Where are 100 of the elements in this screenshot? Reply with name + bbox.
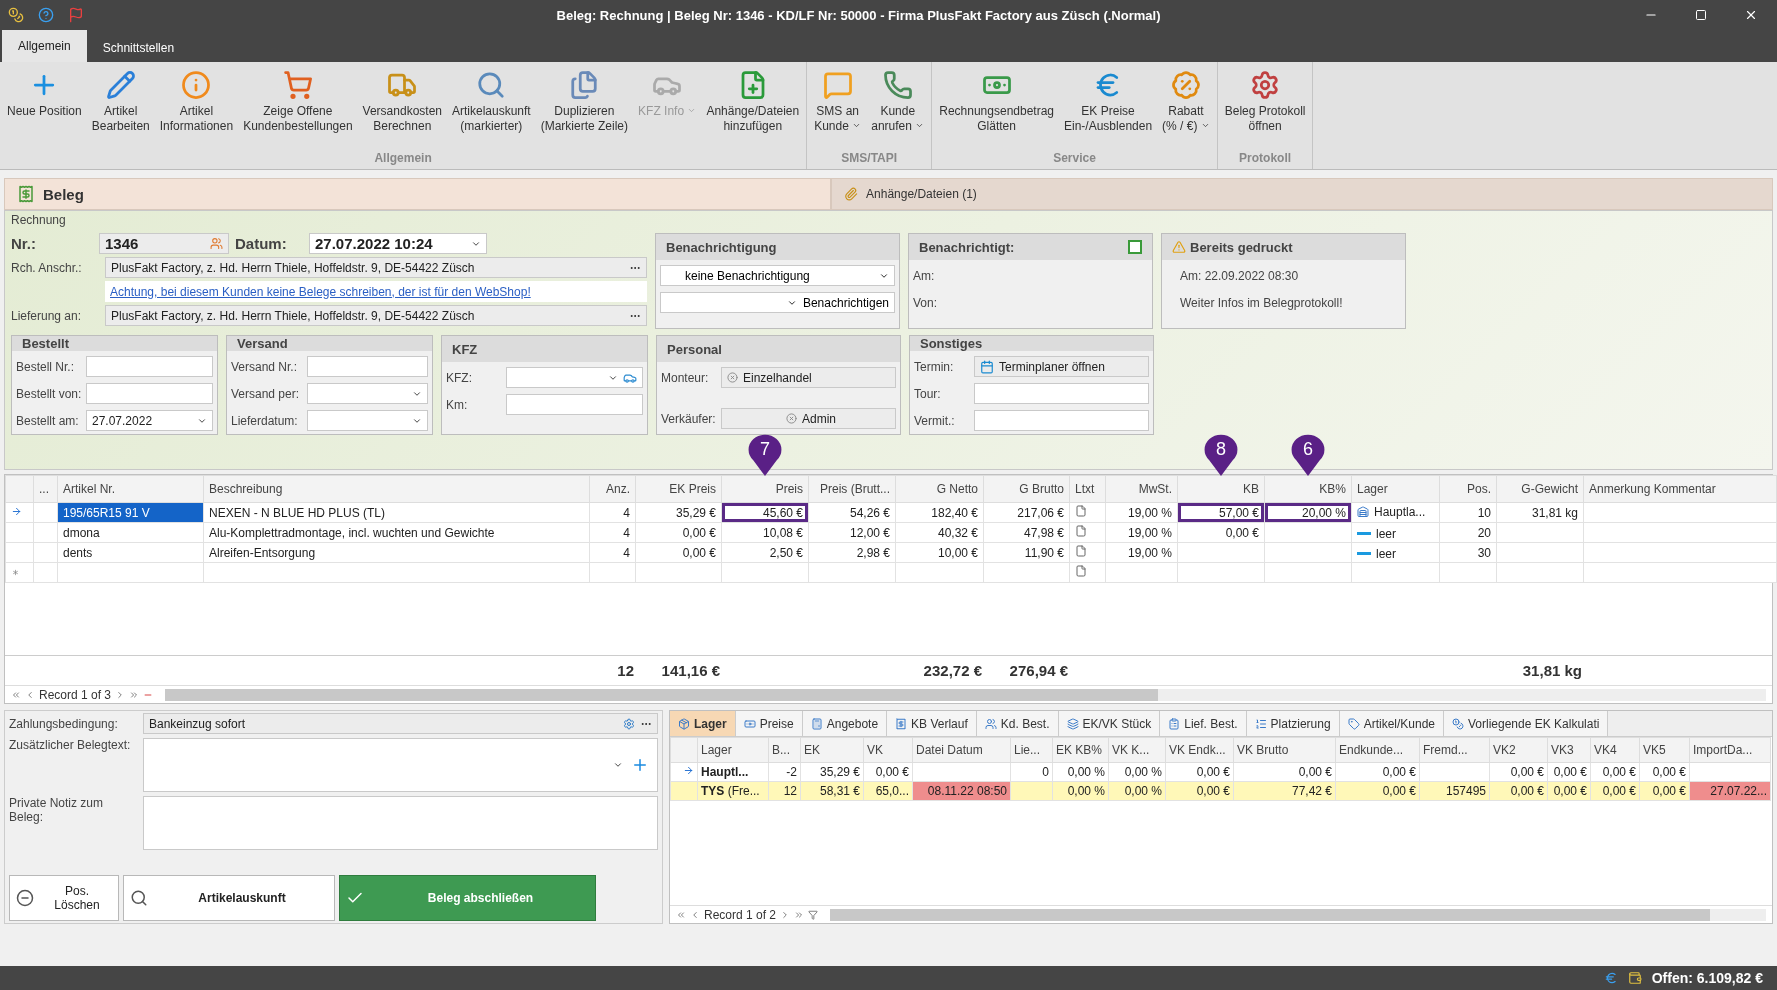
ribbon-button[interactable]: Kunde anrufen	[866, 62, 930, 151]
action-button[interactable]: Pos. Löschen	[9, 875, 119, 921]
detail-tab[interactable]: Platzierung	[1246, 711, 1340, 736]
filter-icon[interactable]	[808, 909, 819, 920]
document-tab[interactable]: Anhänge/Dateien (1)	[831, 178, 1773, 210]
detail-tab[interactable]: Angebote	[802, 711, 888, 736]
caret-icon	[687, 106, 697, 115]
ribbon-button[interactable]: Beleg Protokoll öffnen	[1219, 62, 1311, 151]
ribbon-button[interactable]: Duplizieren (Markierte Zeile)	[535, 62, 634, 151]
last-record-icon[interactable]	[794, 909, 805, 920]
tag-field[interactable]: Einzelhandel	[721, 367, 896, 388]
previous-record-icon[interactable]	[690, 909, 700, 920]
detail-tab[interactable]: EK/VK Stück	[1058, 711, 1161, 736]
action-button[interactable]: Artikelauskunft	[123, 875, 335, 921]
callout-marker: 6	[1290, 433, 1326, 476]
field-label: Bestellt am:	[16, 413, 80, 428]
previous-record-icon[interactable]	[25, 689, 35, 700]
input-field[interactable]	[974, 383, 1149, 404]
input-field[interactable]	[506, 394, 643, 415]
coins-icon	[1452, 717, 1464, 730]
field-label: Rch. Anschr.:	[11, 260, 83, 275]
note-icon	[1075, 565, 1087, 577]
documents-icon	[569, 70, 600, 100]
input-field[interactable]	[86, 383, 213, 404]
dropdown-field[interactable]: Bankeinzug sofort	[143, 713, 658, 734]
last-record-icon[interactable]	[129, 689, 140, 700]
field-label: Am:	[913, 268, 935, 283]
dropdown-field[interactable]	[506, 367, 643, 388]
ribbon-button[interactable]: Zeige Offene Kundenbestellungen	[238, 62, 358, 151]
ribbon-button[interactable]: Artikel Informationen	[154, 62, 239, 151]
panel-title: Versand	[237, 336, 288, 351]
date-field[interactable]: 27.07.2022 10:24	[309, 233, 487, 254]
empty-stock-icon	[1357, 532, 1371, 536]
ribbon-tab[interactable]: Allgemein	[2, 30, 87, 62]
notify-button[interactable]: Benachrichtigen	[660, 292, 895, 313]
ribbon-button[interactable]: Rechnungsendbetrag Glätten	[934, 62, 1059, 151]
dropdown-field[interactable]	[307, 410, 428, 431]
clipboard-icon	[1168, 717, 1181, 730]
ribbon-button[interactable]: Artikel Bearbeiten	[86, 62, 155, 151]
input-field[interactable]	[307, 356, 428, 377]
input-field[interactable]	[86, 356, 213, 377]
ribbon-button[interactable]: Rabatt (% / €)	[1157, 62, 1215, 151]
panel-title: Benachrichtigt:	[919, 239, 1015, 255]
banknote-icon	[743, 717, 756, 730]
stock-text: Hauptla...	[1374, 504, 1426, 519]
field-label: Nr.:	[11, 235, 37, 252]
package-icon	[678, 717, 690, 730]
column-header: ...	[33, 475, 58, 503]
detail-tab[interactable]: Vorliegende EK Kalkulati	[1444, 711, 1609, 736]
detail-tab[interactable]: Preise	[735, 711, 803, 736]
field-label: Lieferung an:	[11, 308, 83, 323]
total-value: 141,16 €	[661, 662, 720, 679]
column-header: VK Endk...	[1165, 737, 1234, 763]
dropdown-field[interactable]: keine Benachrichtigung	[660, 265, 895, 286]
column-header: EK	[800, 737, 864, 763]
field-label: Private Notiz zum Beleg:	[9, 796, 105, 824]
detail-tab[interactable]: KB Verlauf	[887, 711, 977, 736]
detail-tab[interactable]: Lief. Best.	[1160, 711, 1247, 736]
address-field[interactable]: PlusFakt Factory, z. Hd. Herrn Thiele, Hoffeldstr. 9, DE-54422 Züsch	[105, 305, 647, 326]
column-header: VK	[863, 737, 913, 763]
info-text: Weiter Infos im Belegprotokoll!	[1179, 295, 1343, 310]
dropdown-field[interactable]: 27.07.2022	[86, 410, 213, 431]
first-record-icon[interactable]	[11, 689, 21, 700]
ribbon-button[interactable]: Artikelauskunft (markierter)	[447, 62, 536, 151]
ribbon-button[interactable]: SMS an Kunde	[809, 62, 867, 151]
text-area[interactable]	[143, 738, 658, 792]
column-header: EK KB%	[1052, 737, 1109, 763]
ribbon-button[interactable]: EK Preise Ein-/Ausblenden	[1059, 62, 1158, 151]
dropdown-field[interactable]	[307, 383, 428, 404]
number-field[interactable]: 1346	[99, 233, 229, 254]
table-cell: Alreifen-Entsorgung	[203, 542, 590, 563]
paperclip-icon	[844, 187, 859, 201]
address-field[interactable]: PlusFakt Factory, z. Hd. Herrn Thiele, Hoffeldstr. 9, DE-54422 Züsch	[105, 257, 647, 278]
maximize-icon	[1695, 9, 1707, 21]
open-button[interactable]: Terminplaner öffnen	[974, 356, 1149, 377]
ribbon-button[interactable]: Versandkosten Berechnen	[357, 62, 447, 151]
total-value: 12	[617, 662, 634, 679]
group-legend: Rechnung	[11, 213, 1766, 227]
column-header: VK Brutto	[1233, 737, 1336, 763]
panel-title: Sonstiges	[920, 336, 983, 351]
document-tab[interactable]: Beleg	[4, 178, 832, 210]
window-title: Beleg: Rechnung | Beleg Nr: 1346 - KD/LF Nr: 50000 - Firma PlusFakt Factory aus Züsch (.Normal)	[555, 7, 1162, 23]
caret-icon	[613, 760, 623, 770]
detail-tab[interactable]: Artikel/Kunde	[1339, 711, 1444, 736]
first-record-icon[interactable]	[676, 909, 686, 920]
tag-field[interactable]: Admin	[721, 408, 896, 429]
group-label: Allgemein	[373, 151, 433, 167]
action-button[interactable]: Beleg abschließen	[339, 875, 596, 921]
ribbon-tab[interactable]: Schnittstellen	[86, 34, 191, 62]
ribbon-button[interactable]: Anhänge/Dateien hinzufügen	[701, 62, 805, 151]
total-value: 276,94 €	[1009, 662, 1068, 679]
column-header: G-Gewicht	[1496, 475, 1584, 503]
column-header: Ltxt	[1069, 475, 1106, 503]
euro-icon	[1603, 971, 1618, 985]
detail-tab[interactable]: Lager	[670, 711, 736, 736]
text-area[interactable]	[143, 796, 658, 850]
ribbon-button[interactable]: Neue Position	[2, 62, 87, 151]
input-field[interactable]	[974, 410, 1149, 431]
detail-tab[interactable]: Kd. Best.	[976, 711, 1059, 736]
checkbox[interactable]	[1128, 240, 1142, 254]
